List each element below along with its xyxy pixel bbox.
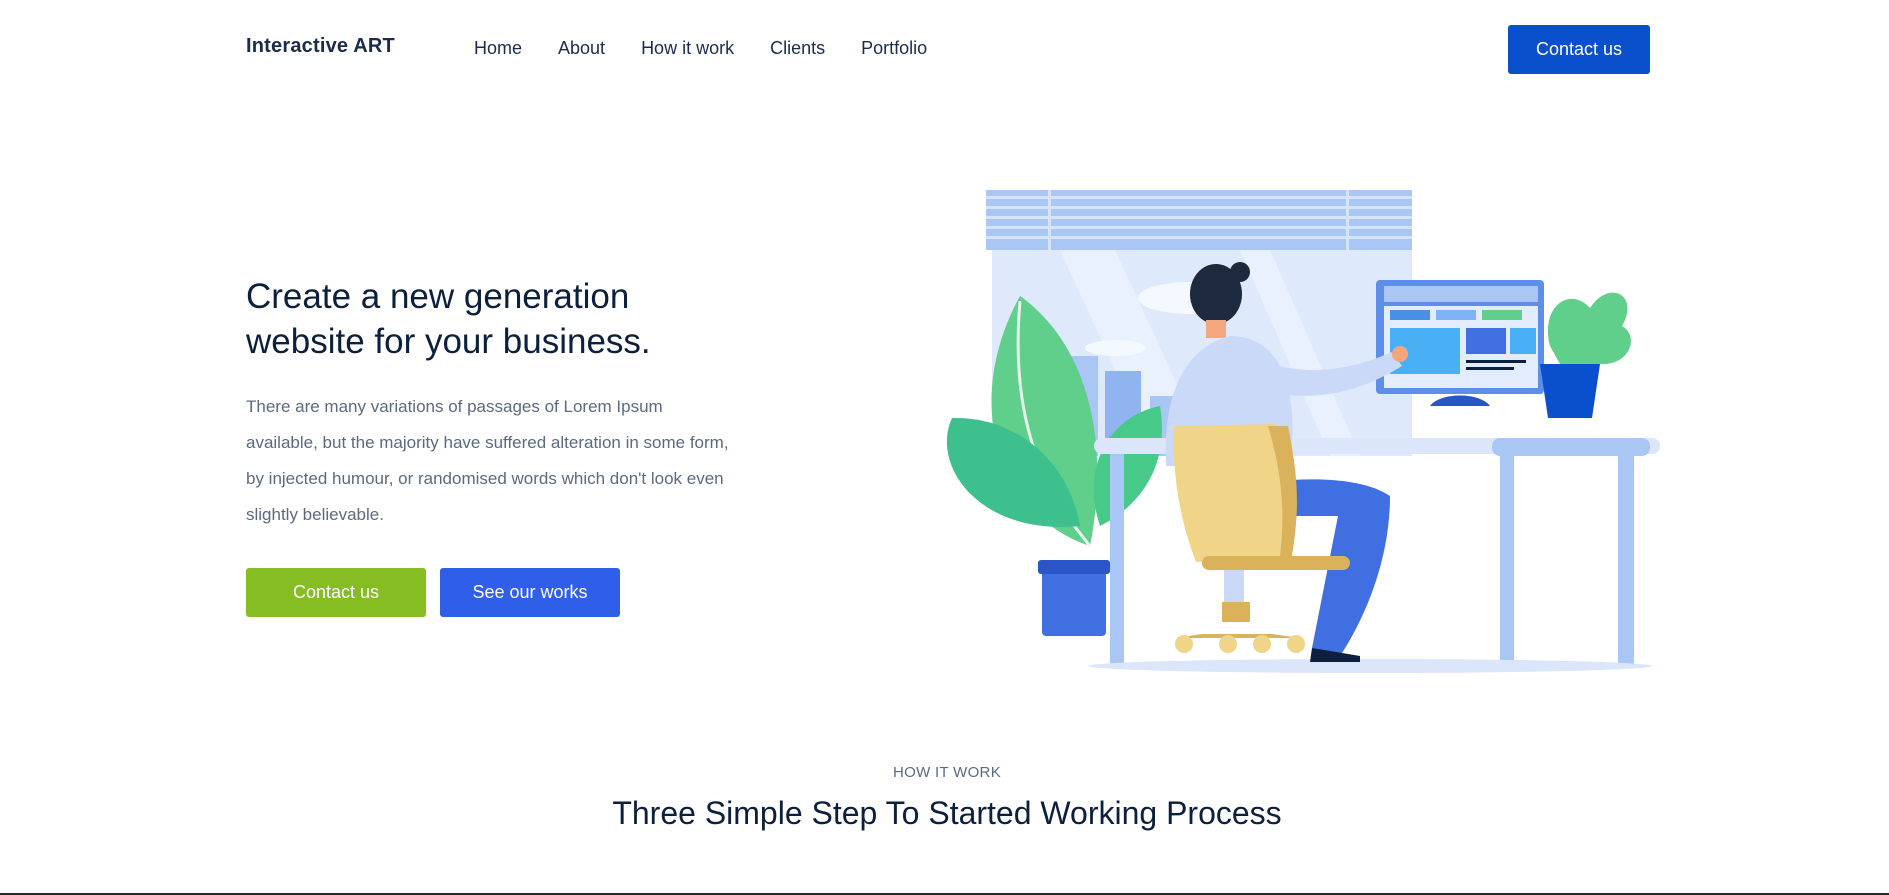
see-our-works-button[interactable]: See our works bbox=[440, 568, 620, 617]
section-eyebrow: HOW IT WORK bbox=[892, 764, 1001, 781]
hero-contact-button[interactable]: Contact us bbox=[246, 568, 426, 617]
window-blinds bbox=[986, 190, 1412, 250]
brand-logo[interactable]: Interactive ART bbox=[246, 35, 395, 58]
nav-link-how-it-work[interactable]: How it work bbox=[641, 38, 734, 59]
hero-title: Create a new generation website for your… bbox=[246, 274, 766, 364]
nav-link-portfolio[interactable]: Portfolio bbox=[861, 38, 927, 59]
header-contact-button[interactable]: Contact us bbox=[1508, 25, 1650, 74]
section-title: Three Simple Step To Started Working Pro… bbox=[612, 795, 1282, 831]
hero-illustration bbox=[946, 190, 1660, 673]
hero-description: There are many variations of passages of… bbox=[246, 397, 729, 524]
plant-right bbox=[1540, 292, 1631, 418]
hero-title-line-2: website for your business. bbox=[246, 322, 651, 361]
nav-link-clients[interactable]: Clients bbox=[770, 38, 825, 59]
nav-link-about[interactable]: About bbox=[558, 38, 605, 59]
nav-link-home[interactable]: Home bbox=[474, 38, 522, 59]
main-nav: Home About How it work Clients Portfolio bbox=[474, 38, 963, 59]
computer-monitor bbox=[1376, 280, 1544, 406]
hero-title-line-1: Create a new generation bbox=[246, 277, 630, 316]
